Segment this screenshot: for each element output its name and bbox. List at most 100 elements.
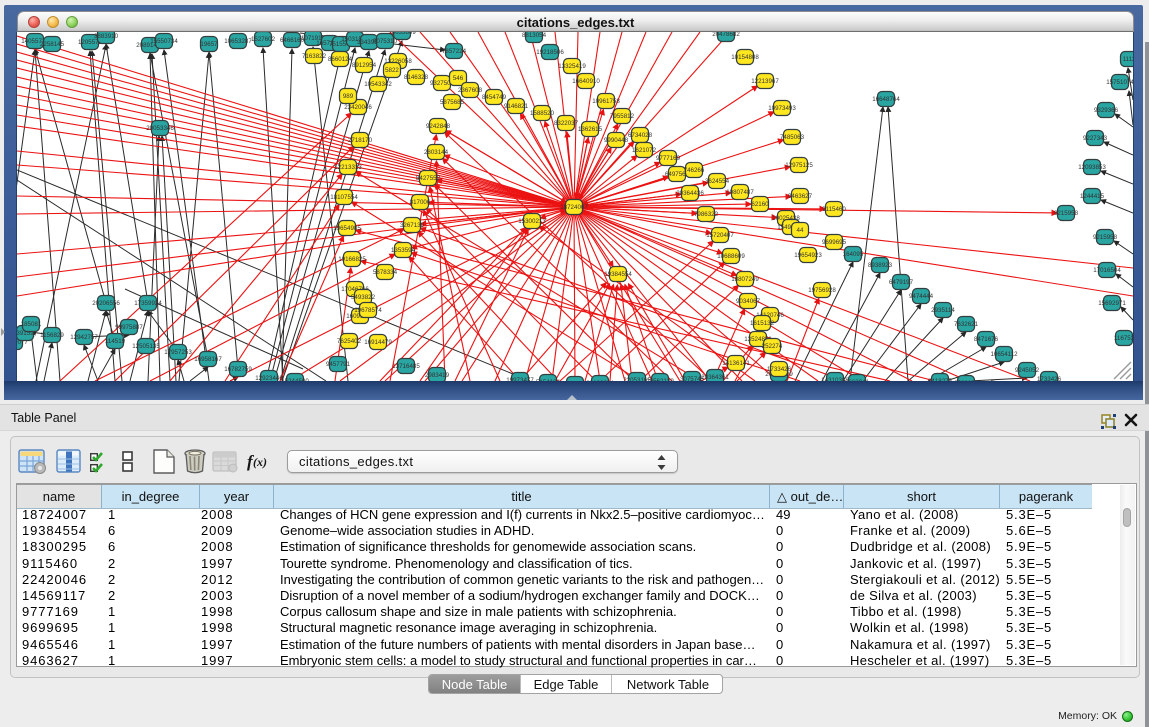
svg-text:8322037: 8322037: [554, 120, 579, 127]
svg-text:8471676: 8471676: [974, 336, 999, 343]
svg-text:164095: 164095: [843, 251, 864, 258]
svg-text:7857224: 7857224: [442, 48, 467, 55]
svg-text:18724007: 18724007: [560, 204, 588, 211]
svg-text:9245052: 9245052: [1015, 367, 1040, 374]
svg-text:2563055: 2563055: [954, 380, 979, 381]
svg-text:10973493: 10973493: [768, 105, 796, 112]
svg-text:8938923: 8938923: [868, 262, 893, 269]
svg-text:1244415: 1244415: [1080, 193, 1105, 200]
svg-text:5878334: 5878334: [373, 269, 398, 276]
svg-text:8146328: 8146328: [404, 74, 429, 81]
svg-text:9242848: 9242848: [426, 123, 451, 130]
svg-text:6479197: 6479197: [889, 279, 914, 286]
svg-text:114519: 114519: [105, 338, 126, 345]
svg-text:6734028: 6734028: [628, 132, 653, 139]
svg-text:817006: 817006: [410, 199, 431, 206]
svg-text:10807487: 10807487: [726, 189, 754, 196]
svg-text:20364361: 20364361: [701, 374, 729, 381]
svg-text:23420046: 23420046: [344, 104, 372, 111]
svg-text:7163822: 7163822: [302, 53, 327, 60]
svg-text:12975125: 12975125: [785, 162, 813, 169]
svg-text:2803144: 2803144: [424, 149, 449, 156]
svg-text:16640910: 16640910: [572, 78, 600, 85]
svg-text:3267130: 3267130: [400, 222, 425, 229]
svg-text:8813054: 8813054: [522, 32, 547, 39]
svg-text:16914479: 16914479: [364, 339, 392, 346]
svg-text:19678574: 19678574: [354, 307, 382, 314]
svg-text:1362615: 1362615: [578, 126, 603, 133]
svg-text:12213313: 12213313: [334, 164, 362, 171]
svg-text:2718170: 2718170: [348, 137, 373, 144]
svg-text:14136141: 14136141: [722, 360, 750, 367]
svg-text:746266: 746266: [684, 167, 705, 174]
svg-text:19218506: 19218506: [536, 49, 564, 56]
svg-text:5154104: 5154104: [536, 379, 561, 381]
svg-text:15692971: 15692971: [1098, 300, 1126, 307]
svg-text:7625402: 7625402: [337, 338, 362, 345]
svg-text:18807249: 18807249: [731, 276, 759, 283]
svg-text:9990448: 9990448: [604, 137, 629, 144]
svg-text:9777169: 9777169: [656, 155, 681, 162]
svg-text:7485063: 7485063: [780, 134, 805, 141]
svg-text:8912954: 8912954: [352, 62, 377, 69]
svg-text:12093853: 12093853: [1078, 164, 1106, 171]
svg-text:8215958: 8215958: [1054, 210, 1079, 217]
svg-text:22160294: 22160294: [586, 380, 614, 381]
svg-text:15244500: 15244500: [281, 378, 309, 381]
svg-text:9699695: 9699695: [822, 239, 847, 246]
svg-text:185081: 185081: [21, 321, 42, 328]
svg-text:12505135: 12505135: [132, 343, 160, 350]
svg-text:15751074: 15751074: [1106, 79, 1133, 86]
svg-text:7632621: 7632621: [954, 321, 979, 328]
svg-text:9075310: 9075310: [373, 38, 398, 45]
svg-text:1527602: 1527602: [251, 36, 276, 43]
svg-text:1621072: 1621072: [632, 147, 657, 154]
svg-text:13716485: 13716485: [392, 363, 420, 370]
svg-text:1588520: 1588520: [530, 110, 555, 117]
svg-text:8454749: 8454749: [482, 94, 507, 101]
svg-text:116753: 116753: [1114, 335, 1133, 342]
svg-text:19973477: 19973477: [506, 377, 534, 381]
svg-text:19384554: 19384554: [604, 271, 632, 278]
svg-text:10654112: 10654112: [990, 351, 1018, 358]
svg-text:62160: 62160: [751, 201, 769, 208]
svg-text:19654923: 19654923: [794, 252, 822, 259]
svg-text:20364436: 20364436: [676, 190, 704, 197]
svg-text:1353594: 1353594: [391, 247, 416, 254]
svg-text:19756928: 19756928: [808, 287, 836, 294]
svg-text:19166825: 19166825: [338, 256, 366, 263]
svg-text:19657: 19657: [200, 41, 218, 48]
svg-text:2367608: 2367608: [458, 87, 483, 94]
svg-text:16033809: 16033809: [388, 32, 416, 36]
svg-text:3624554: 3624554: [705, 178, 730, 185]
svg-text:13325419: 13325419: [558, 63, 586, 70]
svg-text:8418275: 8418275: [928, 378, 953, 381]
svg-text:12942757: 12942757: [70, 334, 98, 341]
svg-text:1156829: 1156829: [40, 332, 64, 339]
svg-text:9463627: 9463627: [788, 193, 813, 200]
svg-text:9146821: 9146821: [504, 103, 529, 110]
svg-text:1733426: 1733426: [1037, 376, 1062, 381]
svg-text:12213967: 12213967: [751, 78, 779, 85]
svg-text:5493822: 5493822: [351, 294, 376, 301]
svg-text:1733426: 1733426: [767, 366, 792, 373]
svg-text:3883910: 3883910: [94, 33, 119, 40]
svg-text:10688609: 10688609: [717, 253, 745, 260]
svg-text:10543342: 10543342: [364, 81, 392, 88]
svg-text:16648764: 16648764: [872, 96, 900, 103]
svg-text:20562129: 20562129: [646, 378, 674, 381]
svg-text:44: 44: [797, 227, 804, 234]
svg-text:15720407: 15720407: [706, 232, 734, 239]
svg-text:9034067: 9034067: [736, 298, 761, 305]
svg-text:9329366: 9329366: [1094, 107, 1119, 114]
svg-text:7986322: 7986322: [694, 211, 719, 218]
svg-text:10154808: 10154808: [731, 54, 759, 61]
svg-text:1615132: 1615132: [750, 320, 775, 327]
svg-text:15550734: 15550734: [150, 38, 178, 45]
svg-text:18107554: 18107554: [330, 194, 358, 201]
svg-text:1112: 1112: [1123, 56, 1133, 63]
svg-text:20478682: 20478682: [712, 32, 740, 38]
svg-text:10961758: 10961758: [592, 98, 620, 105]
svg-text:2983419: 2983419: [425, 372, 450, 379]
svg-text:9474444: 9474444: [909, 293, 934, 300]
